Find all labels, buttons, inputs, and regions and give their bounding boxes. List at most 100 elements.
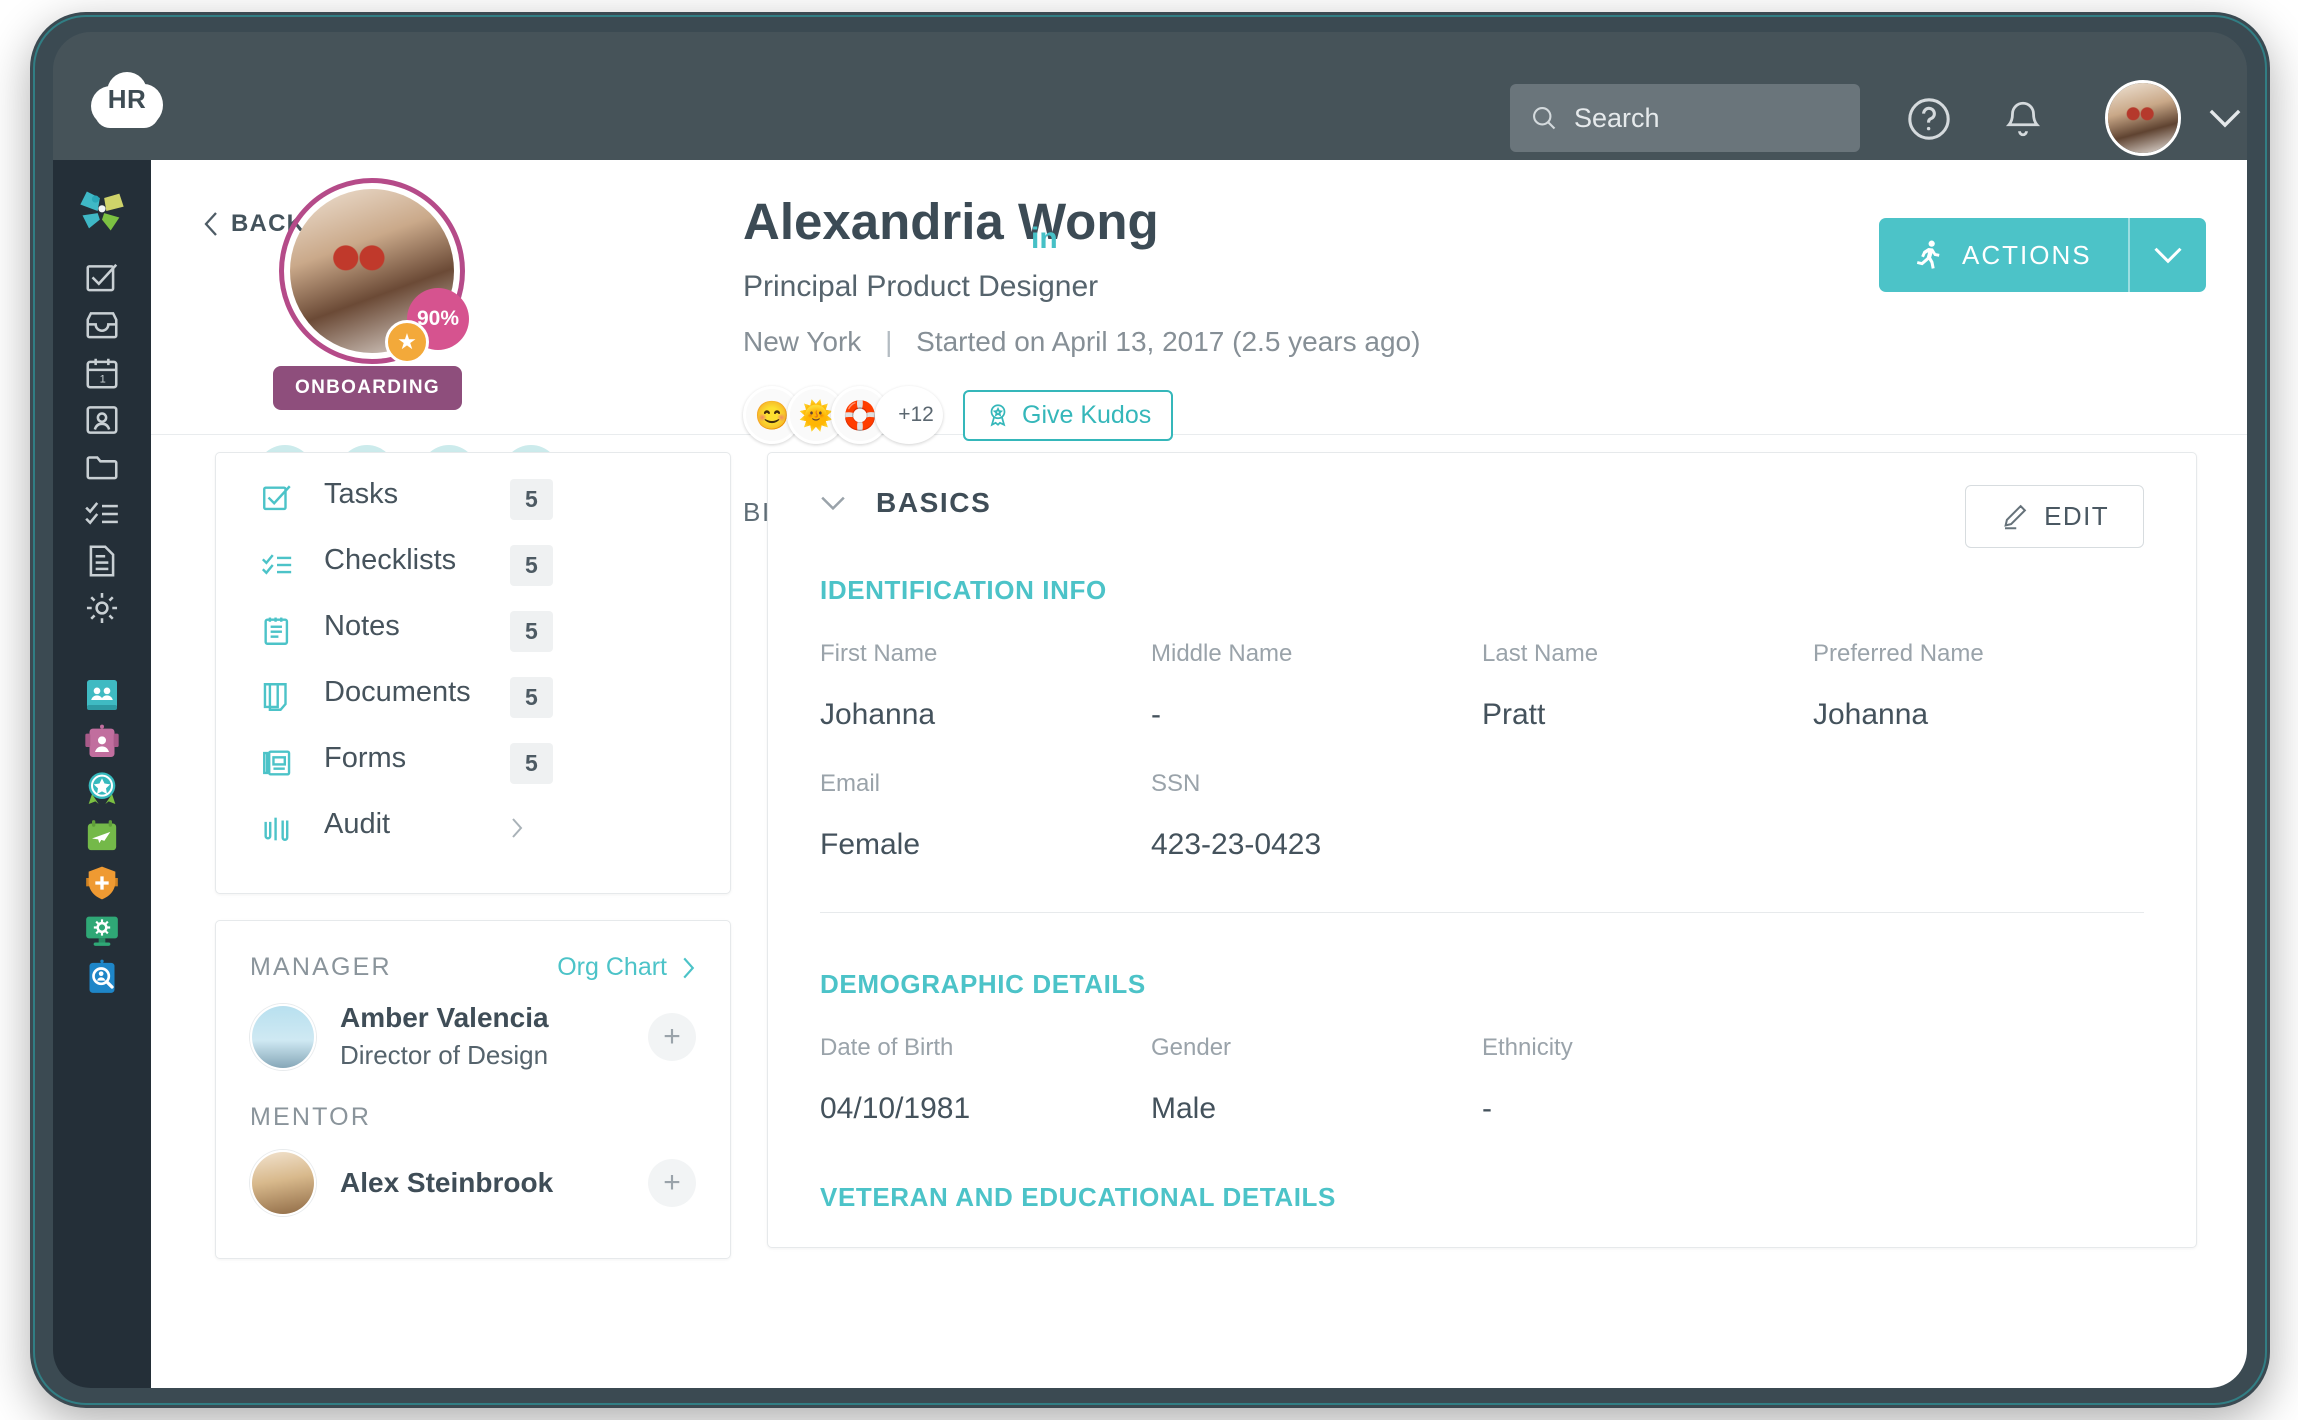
search-box[interactable]: [1510, 84, 1860, 152]
checkbox-icon: [263, 485, 291, 511]
chevron-left-icon: [204, 212, 217, 236]
sidebar-item-calendar[interactable]: 1: [71, 350, 133, 396]
edit-button[interactable]: EDIT: [1965, 485, 2144, 548]
sidebar-app-id-badge[interactable]: [71, 719, 133, 765]
field-value: Pratt: [1482, 698, 1546, 731]
field-label: Date of Birth: [820, 1034, 954, 1061]
sidebar-app-awards[interactable]: [71, 766, 133, 812]
give-kudos-label: Give Kudos: [1022, 400, 1152, 429]
folder-icon: [86, 456, 118, 480]
sidebar-item-tasks[interactable]: [71, 256, 133, 302]
sidebar-item-documents[interactable]: [71, 538, 133, 584]
people-card: MANAGER Org Chart Amber Valencia Directo…: [215, 920, 731, 1259]
mentor-section-head: MENTOR: [250, 1103, 696, 1132]
manager-row[interactable]: Amber Valencia Director of Design +: [250, 1002, 696, 1071]
star-icon: ★: [385, 320, 429, 364]
mentor-row[interactable]: Alex Steinbrook +: [250, 1150, 696, 1216]
bell-icon[interactable]: [2002, 96, 2044, 142]
mentor-label: MENTOR: [250, 1103, 372, 1131]
manager-section-head: MANAGER Org Chart: [250, 953, 696, 982]
add-manager-button[interactable]: +: [648, 1012, 696, 1061]
nav-item-label: Forms: [324, 742, 407, 774]
sidebar-app-recruiting[interactable]: [71, 954, 133, 1000]
nav-item-label: Audit: [324, 808, 391, 840]
inbox-icon: [86, 312, 118, 339]
search-person-icon: [89, 959, 115, 993]
manager-label: MANAGER: [250, 953, 392, 981]
nav-item-notes[interactable]: Notes 5: [260, 610, 684, 677]
sidebar-app-benefits[interactable]: [71, 860, 133, 906]
help-icon[interactable]: [1906, 96, 1952, 142]
sidebar-item-settings[interactable]: [71, 585, 133, 631]
actions-dropdown-toggle[interactable]: [2127, 218, 2206, 292]
identification-fields-row-2: Email SSN Female 423-23-0423: [820, 770, 2144, 900]
linkedin-icon[interactable]: in: [1031, 222, 1058, 256]
sidebar-app-directory[interactable]: [71, 672, 133, 718]
sidebar-item-people[interactable]: [71, 397, 133, 443]
nav-item-label: Notes: [324, 610, 400, 642]
field-label: First Name: [820, 640, 938, 667]
chevron-down-icon: [2154, 247, 2182, 264]
sidebar-app-onboarding[interactable]: [71, 907, 133, 953]
award-icon: [88, 772, 116, 804]
actions-button[interactable]: ACTIONS: [1879, 218, 2206, 292]
manager-name: Amber Valencia: [340, 1002, 549, 1033]
field-value: [1813, 828, 2144, 900]
basics-title: BASICS: [876, 487, 992, 518]
group-title-identification: IDENTIFICATION INFO: [820, 575, 1107, 605]
basics-header[interactable]: BASICS: [820, 487, 2144, 519]
hr-logo-text: HR: [107, 84, 147, 114]
avatar: [250, 1003, 316, 1070]
field-value: 04/10/1981: [820, 1092, 971, 1125]
hr-logo[interactable]: HR: [91, 72, 163, 128]
field-label: [1813, 1034, 2144, 1092]
org-chart-link[interactable]: Org Chart: [557, 953, 696, 982]
give-kudos-button[interactable]: Give Kudos: [963, 389, 1174, 441]
app-topbar: HR: [53, 32, 2247, 160]
field-label: SSN: [1151, 770, 1201, 797]
topbar-avatar[interactable]: [2105, 80, 2181, 156]
sidebar-item-files[interactable]: [71, 444, 133, 490]
actions-main[interactable]: ACTIONS: [1879, 218, 2128, 292]
kudos-overflow-count[interactable]: +12: [875, 386, 943, 444]
field-value: Female: [820, 828, 921, 861]
nav-item-count: 5: [510, 677, 553, 718]
butterfly-logo[interactable]: [71, 178, 133, 244]
nav-item-documents[interactable]: Documents 5: [260, 676, 684, 743]
search-icon: [1533, 107, 1556, 130]
checklist-icon: [85, 502, 118, 525]
app-surface: BACK 90% ★ ONBOARDING Alexandria Wong in…: [151, 160, 2247, 1388]
sidebar-item-inbox[interactable]: [71, 303, 133, 349]
group-title-veteran: VETERAN AND EDUCATIONAL DETAILS: [820, 1182, 1336, 1212]
onboarding-status-badge: ONBOARDING: [273, 366, 462, 410]
field-label: Middle Name: [1151, 640, 1293, 667]
audit-chart-icon: [264, 817, 289, 841]
field-label: Last Name: [1482, 640, 1599, 667]
record-nav-card: Tasks 5 Checklists 5 Notes 5 Documents 5…: [215, 452, 731, 894]
avatar: [250, 1150, 316, 1216]
mentor-name: Alex Steinbrook: [340, 1167, 554, 1198]
add-mentor-button[interactable]: +: [648, 1159, 696, 1207]
actions-label: ACTIONS: [1962, 239, 2092, 270]
chevron-right-icon: [683, 957, 695, 978]
sidebar-app-time-off[interactable]: [71, 813, 133, 859]
badge-icon: [85, 724, 119, 757]
nav-item-checklists[interactable]: Checklists 5: [260, 544, 684, 611]
award-ribbon-icon: [990, 404, 1006, 427]
search-input[interactable]: [1574, 102, 1824, 134]
chevron-right-icon: [512, 818, 523, 838]
nav-item-tasks[interactable]: Tasks 5: [260, 478, 684, 545]
nav-item-audit[interactable]: Audit: [260, 808, 684, 867]
shield-plus-icon: [86, 866, 118, 900]
nav-item-count: 5: [510, 479, 553, 520]
chevron-down-icon[interactable]: [820, 495, 846, 511]
chevron-down-icon[interactable]: [2208, 108, 2242, 128]
nav-item-forms[interactable]: Forms 5: [260, 742, 684, 809]
field-value: -: [1482, 1092, 1492, 1125]
sidebar-item-checklists[interactable]: [71, 491, 133, 537]
page-title: Alexandria Wong: [743, 193, 1159, 250]
svg-text:1: 1: [100, 374, 106, 386]
left-column: Tasks 5 Checklists 5 Notes 5 Documents 5…: [215, 452, 731, 1285]
device-screen: HR Search 1 BACK 90% ★ ONBOARDING Alexan…: [53, 32, 2247, 1388]
forms-icon: [263, 750, 291, 776]
